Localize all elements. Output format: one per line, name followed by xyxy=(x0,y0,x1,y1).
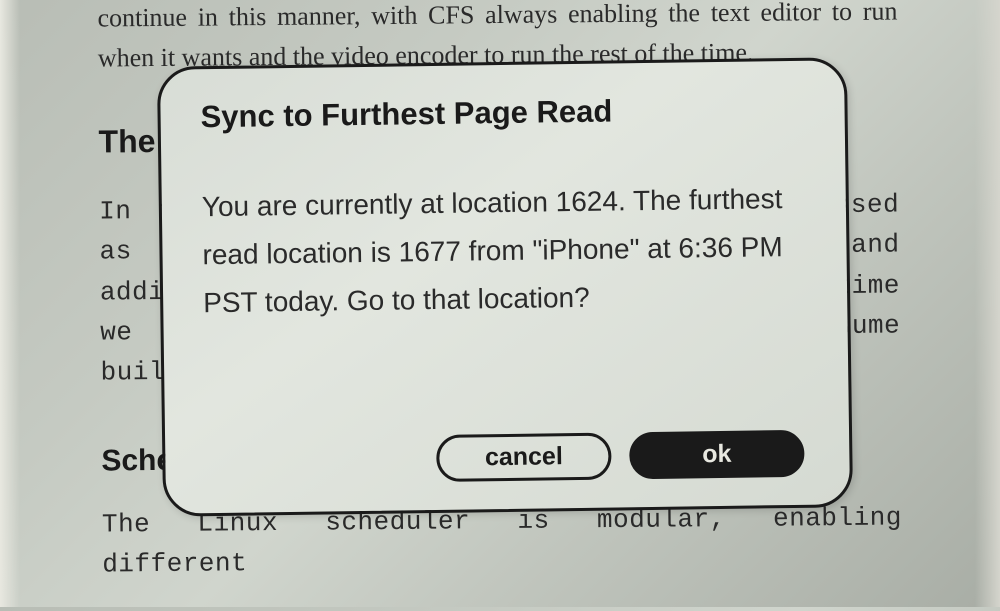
sync-dialog: Sync to Furthest Page Read You are curre… xyxy=(157,57,853,517)
dialog-title: Sync to Furthest Page Read xyxy=(200,91,804,135)
device-bezel-right xyxy=(975,0,1000,607)
cancel-button[interactable]: cancel xyxy=(436,433,612,482)
dialog-message: You are currently at location 1624. The … xyxy=(202,175,808,328)
dialog-button-row: cancel ok xyxy=(436,430,805,482)
device-bezel-left xyxy=(0,0,20,607)
ok-button[interactable]: ok xyxy=(629,430,805,479)
